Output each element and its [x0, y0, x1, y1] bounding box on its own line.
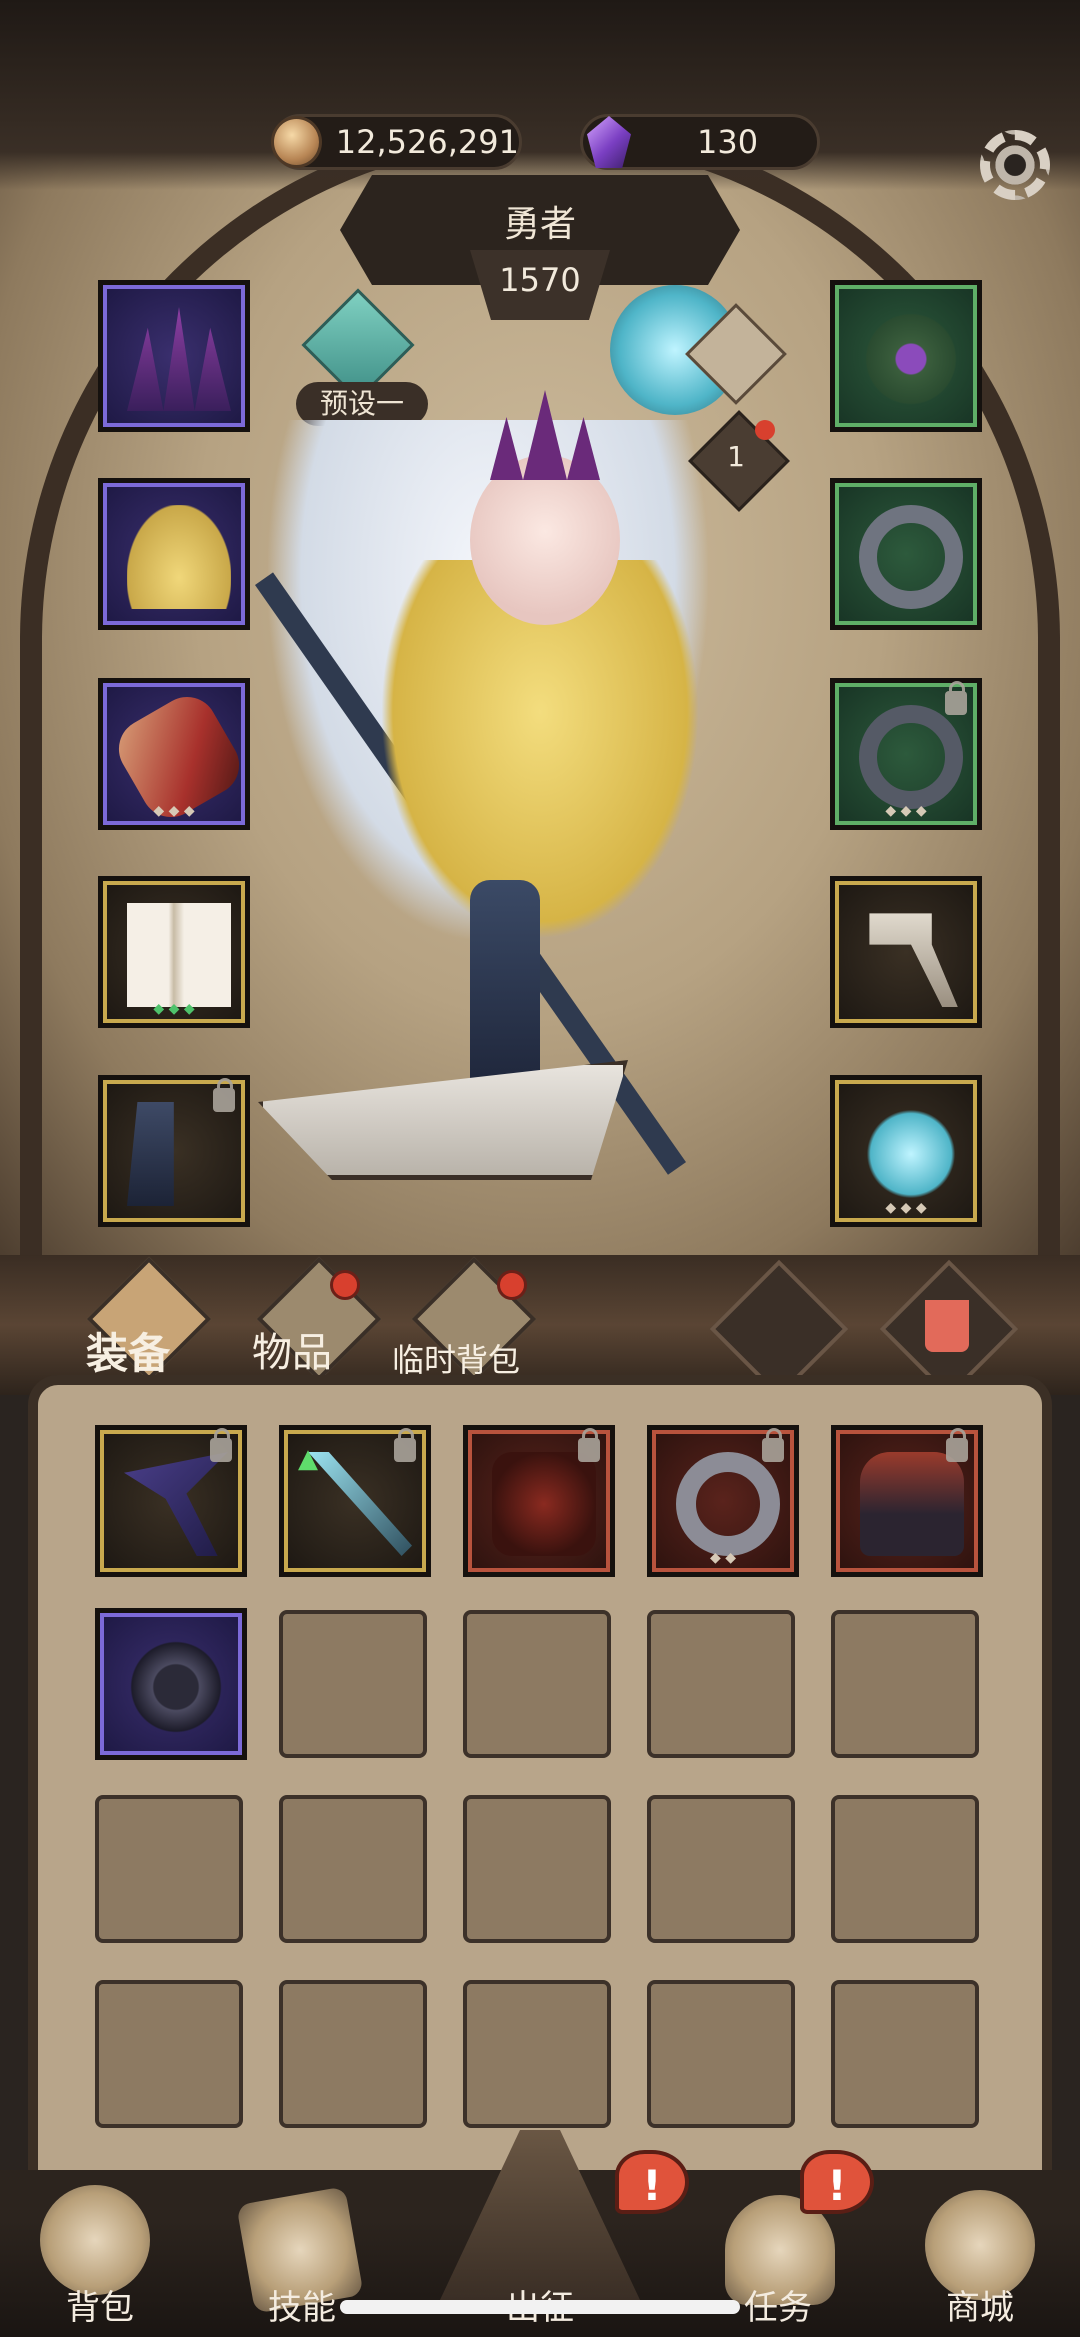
lock-icon	[210, 1428, 232, 1462]
top-bar	[0, 0, 1080, 190]
inventory-empty-cell[interactable]	[279, 1795, 427, 1943]
home-indicator[interactable]	[340, 2300, 740, 2314]
hammer-icon	[869, 913, 958, 1007]
gem-amount: 130	[697, 123, 759, 161]
gem-counter: 130	[580, 114, 820, 170]
tab-items[interactable]: 物品	[252, 1320, 332, 1378]
equip-slot-boots[interactable]	[98, 1075, 250, 1227]
gold-coin-icon	[271, 116, 322, 168]
equip-slot-hammer[interactable]	[830, 876, 982, 1028]
upgrade-arrow-icon: ▲	[298, 1444, 318, 1474]
purple-gem-icon	[587, 116, 631, 168]
inventory-empty-cell[interactable]	[463, 1980, 611, 2128]
lock-icon	[762, 1428, 784, 1462]
inventory-empty-cell[interactable]	[279, 1980, 427, 2128]
settings-gear-icon[interactable]	[980, 130, 1050, 200]
nav-shop[interactable]: 商城	[910, 2280, 1050, 2329]
equip-slot-relic[interactable]: ◆ ◆ ◆	[830, 1075, 982, 1227]
lock-icon	[946, 1428, 968, 1462]
inventory-item-amulet[interactable]	[95, 1608, 247, 1760]
gold-amount: 12,526,291	[335, 123, 519, 161]
ring-icon	[859, 705, 963, 809]
inventory-empty-cell[interactable]	[831, 1795, 979, 1943]
inventory-item-scythe[interactable]	[95, 1425, 247, 1577]
gem-sockets: ◆ ◆ ◆	[153, 803, 195, 819]
lock-icon	[945, 681, 967, 715]
lock-icon	[394, 1428, 416, 1462]
inventory-empty-cell[interactable]	[647, 1980, 795, 2128]
equip-slot-ring-1[interactable]	[830, 478, 982, 630]
necklace-icon	[859, 307, 963, 411]
notification-dot	[497, 1270, 527, 1300]
boots-icon	[127, 1102, 174, 1206]
equip-slot-stockings[interactable]: ◆ ◆ ◆	[98, 876, 250, 1028]
dress-icon	[127, 505, 231, 609]
lock-icon	[213, 1078, 235, 1112]
alert-badge: !	[800, 2150, 874, 2214]
inventory-empty-cell[interactable]	[95, 1980, 243, 2128]
hero-legs	[470, 880, 540, 1100]
equip-slot-necklace[interactable]	[830, 280, 982, 432]
lock-icon	[578, 1428, 600, 1462]
inventory-empty-cell[interactable]	[463, 1795, 611, 1943]
equip-slot-gauntlet[interactable]: ◆ ◆ ◆	[98, 678, 251, 830]
hero-title: 勇者	[503, 204, 576, 245]
inventory-item-emblem[interactable]	[463, 1425, 615, 1577]
notification-dot	[330, 1270, 360, 1300]
ring-icon	[676, 1452, 780, 1556]
gem-sockets: ◆ ◆	[710, 1550, 736, 1566]
spear-icon	[308, 1452, 412, 1556]
emblem-icon	[492, 1452, 596, 1556]
trash-can-shape	[925, 1300, 969, 1352]
scythe-icon	[124, 1452, 228, 1556]
inventory-empty-cell[interactable]	[463, 1610, 611, 1758]
inventory-item-ring[interactable]: ◆ ◆	[647, 1425, 799, 1577]
inventory-empty-cell[interactable]	[647, 1795, 795, 1943]
gold-counter: 12,526,291	[271, 114, 522, 170]
tab-equipment[interactable]: 装备	[86, 1320, 170, 1381]
gem-sockets: ◆ ◆ ◆	[885, 1200, 927, 1216]
gem-sockets: ◆ ◆ ◆	[153, 1001, 195, 1017]
artifact-count: 1	[727, 440, 745, 473]
equip-slot-dress[interactable]	[98, 478, 250, 630]
hero-power: 1570	[470, 250, 610, 320]
equip-slot-ring-2[interactable]: ◆ ◆ ◆	[830, 678, 982, 830]
equip-slot-crown[interactable]	[98, 280, 250, 432]
relic-icon	[859, 1102, 963, 1206]
inventory-empty-cell[interactable]	[831, 1610, 979, 1758]
inventory-empty-cell[interactable]	[95, 1795, 243, 1943]
amulet-icon	[124, 1635, 228, 1739]
inventory-empty-cell[interactable]	[831, 1980, 979, 2128]
ring-icon	[859, 505, 963, 609]
inventory-item-armor[interactable]	[831, 1425, 983, 1577]
inventory-empty-cell[interactable]	[647, 1610, 795, 1758]
stockings-icon	[127, 903, 231, 1007]
alert-badge: !	[615, 2150, 689, 2214]
gem-sockets: ◆ ◆ ◆	[885, 803, 927, 819]
hero-head	[470, 455, 620, 625]
inventory-item-spear[interactable]: ▲	[279, 1425, 431, 1577]
notification-dot	[755, 420, 775, 440]
armor-icon	[860, 1452, 964, 1556]
nav-backpack[interactable]: 背包	[30, 2280, 170, 2329]
crown-icon	[127, 307, 231, 411]
inventory-empty-cell[interactable]	[279, 1610, 427, 1758]
backpack-icon[interactable]	[40, 2185, 150, 2295]
